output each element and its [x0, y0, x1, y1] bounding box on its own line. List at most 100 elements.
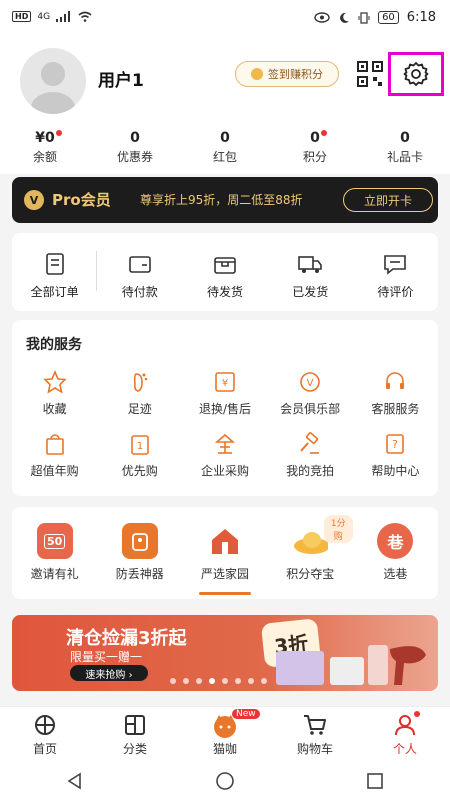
carousel-dot[interactable]: [248, 678, 254, 684]
feature-label: 邀请有礼: [30, 567, 79, 581]
invite-icon: 50: [36, 523, 73, 559]
notification-dot: [55, 130, 62, 136]
service-label: 客服服务: [371, 402, 420, 416]
home-icon: [35, 715, 55, 735]
qr-code-icon[interactable]: [356, 60, 384, 88]
services-card: 我的服务 收藏 足迹 ¥ 退换/售后 V 会员俱乐部 客服服务 超值年购 1 优先购 …: [12, 320, 438, 496]
gavel-icon: [300, 432, 320, 454]
order-list-icon: [45, 253, 64, 275]
asset-redpacket[interactable]: 0 红包: [180, 118, 270, 174]
service-favorites[interactable]: 收藏: [12, 370, 97, 432]
notification-dot: [414, 711, 420, 717]
vibrate-icon: [358, 11, 370, 24]
banner-subtitle: 限量买一赠一: [70, 650, 143, 664]
carousel-dot[interactable]: [196, 678, 202, 684]
carousel-dot[interactable]: [222, 678, 228, 684]
home-button-icon[interactable]: [215, 771, 235, 791]
tab-home[interactable]: 首页: [0, 707, 90, 762]
feature-home[interactable]: 严选家园: [182, 507, 267, 599]
svg-text:1: 1: [137, 441, 143, 452]
services-title: 我的服务: [26, 337, 82, 353]
service-label: 我的竞拍: [286, 464, 335, 478]
asset-points[interactable]: 0 积分: [270, 118, 360, 174]
order-pending-payment[interactable]: 待付款: [97, 233, 182, 311]
network-label: 4G: [37, 11, 51, 22]
avatar[interactable]: [20, 48, 86, 114]
tab-cat-cafe[interactable]: New 猫咖: [180, 707, 270, 762]
feature-anti-lost[interactable]: 防丢神器: [97, 507, 182, 599]
order-label: 待评价: [377, 285, 414, 299]
asset-value: ¥0: [35, 130, 55, 146]
tab-cart[interactable]: 购物车: [270, 707, 360, 762]
order-label: 全部订单: [30, 285, 79, 299]
tab-category[interactable]: 分类: [90, 707, 180, 762]
service-footprint[interactable]: 足迹: [97, 370, 182, 432]
order-pending-shipment[interactable]: 待发货: [182, 233, 267, 311]
carousel-dot[interactable]: [261, 678, 267, 684]
tab-label: 猫咖: [212, 742, 237, 756]
return-icon: ¥: [215, 372, 235, 392]
signin-label: 签到赚积分: [268, 68, 323, 81]
service-annual-purchase[interactable]: 超值年购: [12, 432, 97, 494]
star-icon: [42, 370, 67, 394]
tab-label: 个人: [392, 742, 417, 756]
footprint-icon: [133, 373, 148, 392]
service-label: 会员俱乐部: [280, 402, 341, 416]
tab-profile[interactable]: 个人: [360, 707, 450, 762]
promo-pill: 1分购: [323, 515, 353, 543]
banner-cta-button[interactable]: 速来抢购 ›: [70, 665, 148, 681]
service-label: 企业采购: [200, 464, 249, 478]
asset-giftcard[interactable]: 0 礼品卡: [360, 118, 450, 174]
truck-icon: [298, 256, 323, 273]
orders-card: 全部订单 待付款 待发货 已发货 待评价: [12, 233, 438, 311]
open-card-button[interactable]: 立即开卡: [343, 188, 433, 212]
service-returns[interactable]: ¥ 退换/售后: [182, 370, 267, 432]
tab-label: 分类: [122, 742, 147, 756]
service-customer-service[interactable]: 客服服务: [353, 370, 438, 432]
signal-icon: [56, 11, 71, 22]
carousel-dot[interactable]: [183, 678, 189, 684]
service-auction[interactable]: 我的竞拍: [268, 432, 353, 494]
back-icon[interactable]: [65, 771, 85, 791]
service-enterprise[interactable]: 企业采购: [182, 432, 267, 494]
alley-glyph: 巷: [387, 533, 404, 552]
order-all[interactable]: 全部订单: [12, 233, 98, 311]
asset-balance[interactable]: ¥0 余额: [0, 118, 90, 174]
service-member-club[interactable]: V 会员俱乐部: [268, 370, 353, 432]
feature-label: 防丢神器: [115, 567, 164, 581]
asset-label: 礼品卡: [386, 150, 423, 164]
promo-banner[interactable]: 清仓捡漏3折起 限量买一赠一 速来抢购 › 3折: [12, 615, 438, 691]
order-to-review[interactable]: 待评价: [353, 233, 438, 311]
feature-points-treasure[interactable]: 1分购 积分夺宝: [268, 507, 353, 599]
service-label: 优先购: [121, 464, 158, 478]
gear-icon: [403, 62, 429, 86]
feature-xuanxiang[interactable]: 巷 选巷: [353, 507, 438, 599]
carousel-dot-active[interactable]: [209, 678, 215, 684]
pro-description: 尊享折上95折，周二低至88折: [140, 193, 303, 207]
wallet-icon: [128, 256, 151, 273]
username[interactable]: 用户1: [98, 66, 144, 91]
pro-membership-banner[interactable]: V Pro会员 尊享折上95折，周二低至88折 立即开卡: [12, 177, 438, 223]
asset-value: 0: [220, 130, 230, 146]
svg-text:?: ?: [392, 438, 398, 451]
status-bar: HD 4G 60 6:18: [0, 0, 450, 38]
vip-club-icon: V: [300, 372, 320, 392]
carousel-dot[interactable]: [170, 678, 176, 684]
asset-value: 0: [130, 130, 140, 146]
carousel-dot[interactable]: [235, 678, 241, 684]
service-label: 帮助中心: [371, 464, 420, 478]
recents-icon[interactable]: [365, 771, 385, 791]
active-underline: [199, 592, 252, 595]
asset-label: 红包: [212, 150, 237, 164]
order-shipped[interactable]: 已发货: [268, 233, 353, 311]
asset-coupons[interactable]: 0 优惠券: [90, 118, 180, 174]
signin-button[interactable]: 签到赚积分: [235, 61, 339, 87]
settings-button[interactable]: [388, 52, 444, 96]
feature-invite[interactable]: 50 邀请有礼: [12, 507, 97, 599]
service-priority-buy[interactable]: 1 优先购: [97, 432, 182, 494]
tag-icon: [121, 523, 158, 559]
new-badge: New: [232, 709, 260, 719]
service-help-center[interactable]: ? 帮助中心: [353, 432, 438, 494]
assets-row: ¥0 余额 0 优惠券 0 红包 0 积分 0 礼品卡: [0, 118, 450, 174]
carousel-dots: [170, 678, 267, 684]
